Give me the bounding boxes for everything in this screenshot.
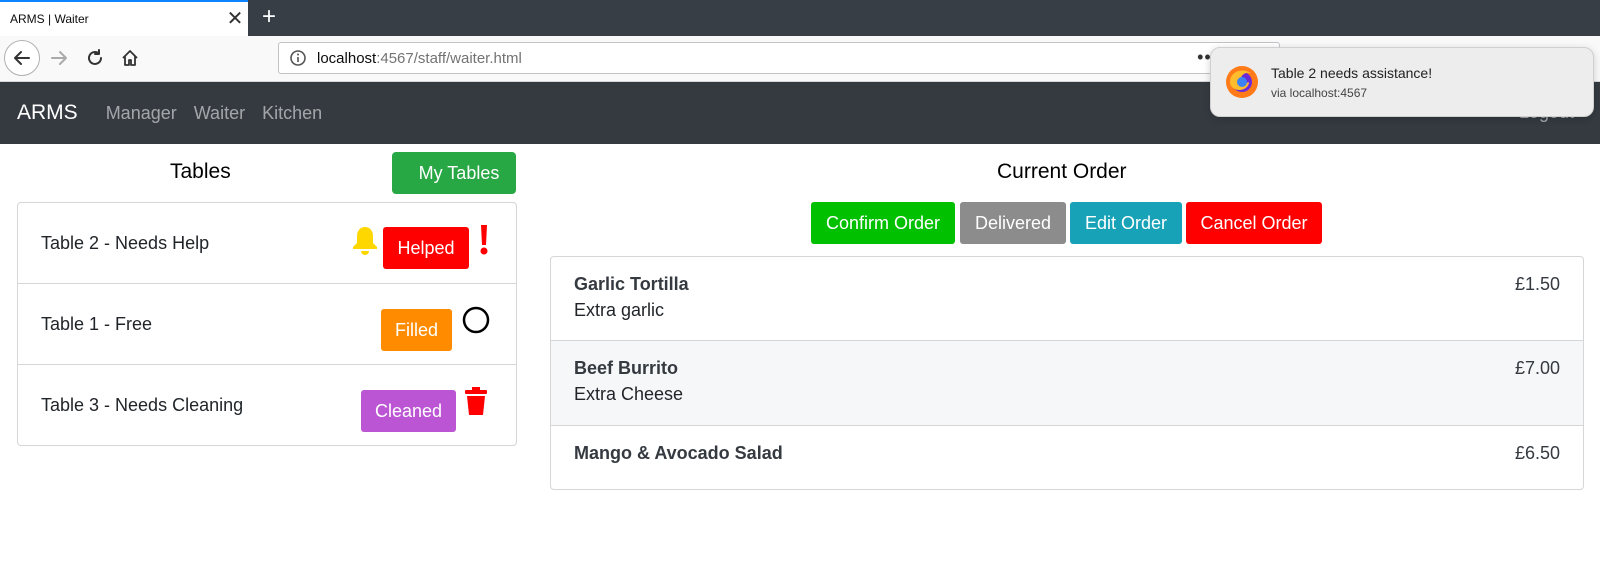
table-label: Table 2 - Needs Help: [41, 233, 210, 253]
browser-tab[interactable]: ARMS | Waiter ✕: [0, 0, 248, 36]
tables-heading: Tables: [170, 160, 231, 183]
item-price: £7.00: [1514, 358, 1560, 378]
edit-order-button[interactable]: Edit Order: [1070, 202, 1182, 244]
current-order-heading: Current Order: [997, 160, 1127, 183]
url-path: :4567/staff/waiter.html: [376, 49, 522, 67]
reload-icon: [88, 49, 102, 65]
firefox-icon: [1226, 66, 1258, 98]
browser-tab-bar: ARMS | Waiter ✕ +: [0, 0, 1600, 36]
reload-button[interactable]: [78, 41, 112, 75]
site-info-icon[interactable]: [289, 49, 307, 67]
item-price: £6.50: [1514, 443, 1560, 463]
list-item: Mango & Avocado Salad £6.50: [551, 426, 1583, 489]
table-row: Table 3 - Needs Cleaning Cleaned: [18, 365, 516, 446]
brand-logo[interactable]: ARMS: [17, 101, 78, 125]
helped-button[interactable]: Helped: [383, 227, 469, 269]
trash-icon: [465, 387, 487, 415]
url-host: localhost: [317, 49, 377, 67]
cleaned-button[interactable]: Cleaned: [361, 390, 456, 432]
item-name: Garlic Tortilla: [574, 274, 689, 294]
item-price: £1.50: [1514, 274, 1560, 294]
table-label: Table 1 - Free: [41, 314, 153, 334]
home-icon: [122, 50, 138, 66]
notification-title: Table 2 needs assistance!: [1271, 64, 1433, 81]
confirm-order-button[interactable]: Confirm Order: [811, 202, 955, 244]
nav-link-kitchen[interactable]: Kitchen: [262, 103, 322, 124]
delivered-button[interactable]: Delivered: [960, 202, 1066, 244]
cancel-order-button[interactable]: Cancel Order: [1186, 202, 1322, 244]
desktop-notification[interactable]: Table 2 needs assistance! via localhost:…: [1210, 47, 1594, 117]
my-tables-button[interactable]: My Tables: [392, 152, 516, 194]
back-button[interactable]: [4, 40, 40, 76]
notification-source: via localhost:4567: [1271, 85, 1368, 100]
nav-link-waiter[interactable]: Waiter: [194, 103, 245, 124]
forward-button[interactable]: [42, 41, 76, 75]
item-name: Beef Burrito: [574, 358, 679, 378]
filled-button[interactable]: Filled: [381, 309, 452, 351]
home-button[interactable]: [113, 41, 147, 75]
nav-link-manager[interactable]: Manager: [106, 103, 177, 124]
arrow-right-icon: [51, 51, 67, 65]
list-item: Garlic Tortilla Extra garlic £1.50: [551, 257, 1583, 341]
list-item: Beef Burrito Extra Cheese £7.00: [551, 341, 1583, 426]
item-note: Extra Cheese: [574, 384, 684, 404]
table-label: Table 3 - Needs Cleaning: [41, 395, 244, 415]
circle-icon: [462, 306, 490, 334]
url-bar[interactable]: localhost:4567/staff/waiter.html •••: [278, 42, 1280, 74]
order-items-list: Garlic Tortilla Extra garlic £1.50 Beef …: [550, 256, 1584, 490]
table-row: Table 2 - Needs Help Helped: [18, 203, 516, 284]
arrow-left-icon: [14, 51, 30, 65]
tables-list: Table 2 - Needs Help Helped Table 1 - Fr…: [17, 202, 517, 446]
table-row: Table 1 - Free Filled: [18, 284, 516, 365]
exclamation-icon: [480, 225, 488, 255]
close-tab-icon[interactable]: ✕: [222, 9, 248, 29]
new-tab-button[interactable]: +: [256, 4, 282, 30]
item-name: Mango & Avocado Salad: [574, 443, 783, 463]
bell-icon: [353, 227, 377, 255]
tab-title: ARMS | Waiter: [10, 12, 89, 26]
notification-text: Table 2 needs assistance! via localhost:…: [1271, 65, 1432, 100]
item-note: Extra garlic: [574, 300, 665, 320]
